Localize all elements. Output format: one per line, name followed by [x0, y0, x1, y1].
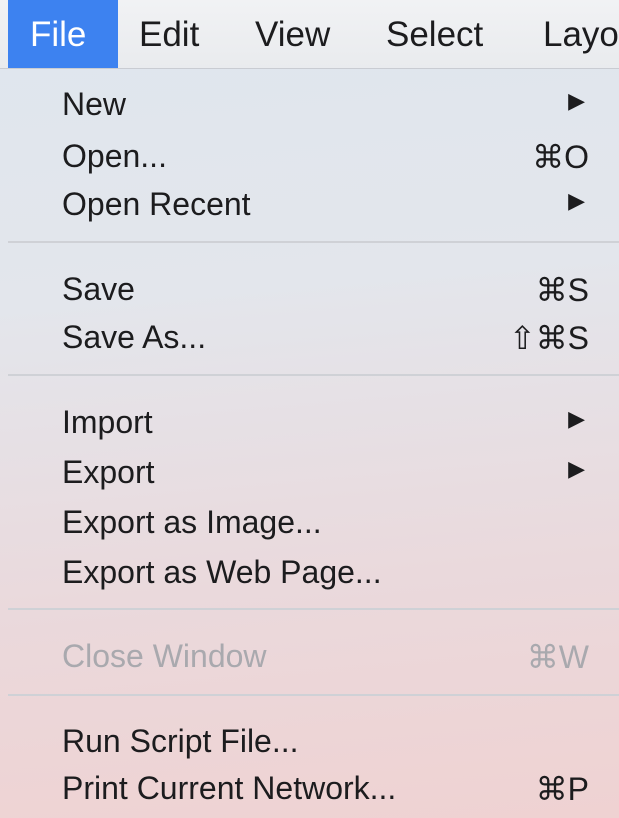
- menu-item-label: Save As...: [62, 319, 207, 355]
- submenu-arrow-icon: ▶: [568, 406, 585, 431]
- menu-edit[interactable]: Edit: [139, 0, 199, 68]
- menu-item-label: Export as Web Page...: [62, 554, 382, 590]
- menu-item-save-as[interactable]: Save As... ⇧⌘S: [8, 309, 599, 359]
- menu-item-run-script-file[interactable]: Run Script File...: [8, 713, 599, 763]
- menu-item-open-recent[interactable]: Open Recent ▶: [8, 176, 599, 226]
- submenu-arrow-icon: ▶: [568, 88, 585, 113]
- menu-item-open[interactable]: Open... ⌘O: [8, 128, 599, 178]
- menu-layout[interactable]: Layout: [543, 0, 619, 68]
- menu-separator: [8, 694, 619, 696]
- menu-separator: [8, 374, 619, 376]
- menu-item-label: New: [62, 86, 127, 122]
- submenu-arrow-icon: ▶: [568, 456, 585, 481]
- menu-item-label: Close Window: [62, 638, 267, 674]
- submenu-arrow-icon: ▶: [568, 188, 585, 213]
- menu-view[interactable]: View: [255, 0, 330, 68]
- menu-item-shortcut: ⌘P: [535, 771, 589, 807]
- menu-separator: [8, 608, 619, 610]
- menu-item-label: Print Current Network...: [62, 770, 397, 806]
- menu-item-close-window: Close Window ⌘W: [8, 628, 599, 678]
- menu-item-label: Open...: [62, 138, 167, 174]
- menu-item-import[interactable]: Import ▶: [8, 394, 599, 444]
- menu-item-shortcut: ⌘O: [532, 139, 589, 175]
- menu-item-shortcut: ⌘S: [535, 272, 589, 308]
- menu-item-shortcut: ⇧⌘S: [508, 320, 589, 356]
- menu-item-label: Save: [62, 271, 135, 307]
- menu-item-label: Import: [62, 404, 153, 440]
- menu-separator: [8, 241, 619, 243]
- menu-item-new[interactable]: New ▶: [8, 76, 599, 126]
- menu-item-save[interactable]: Save ⌘S: [8, 261, 599, 311]
- menu-item-label: Export: [62, 454, 155, 490]
- menu-item-export[interactable]: Export ▶: [8, 444, 599, 494]
- menu-file[interactable]: File: [8, 0, 118, 68]
- menu-item-shortcut: ⌘W: [526, 639, 589, 675]
- menu-bar: File Edit View Select Layout: [0, 0, 619, 69]
- menu-item-label: Run Script File...: [62, 723, 299, 759]
- menu-item-print-current-network[interactable]: Print Current Network... ⌘P: [8, 760, 599, 810]
- menu-item-export-as-image[interactable]: Export as Image...: [8, 494, 599, 544]
- file-menu-dropdown: New ▶ Open... ⌘O Open Recent ▶ Save ⌘S S…: [8, 68, 619, 807]
- menu-item-label: Open Recent: [62, 186, 251, 222]
- menu-item-export-as-web-page[interactable]: Export as Web Page...: [8, 544, 599, 594]
- menu-item-label: Export as Image...: [62, 504, 322, 540]
- menu-select[interactable]: Select: [386, 0, 483, 68]
